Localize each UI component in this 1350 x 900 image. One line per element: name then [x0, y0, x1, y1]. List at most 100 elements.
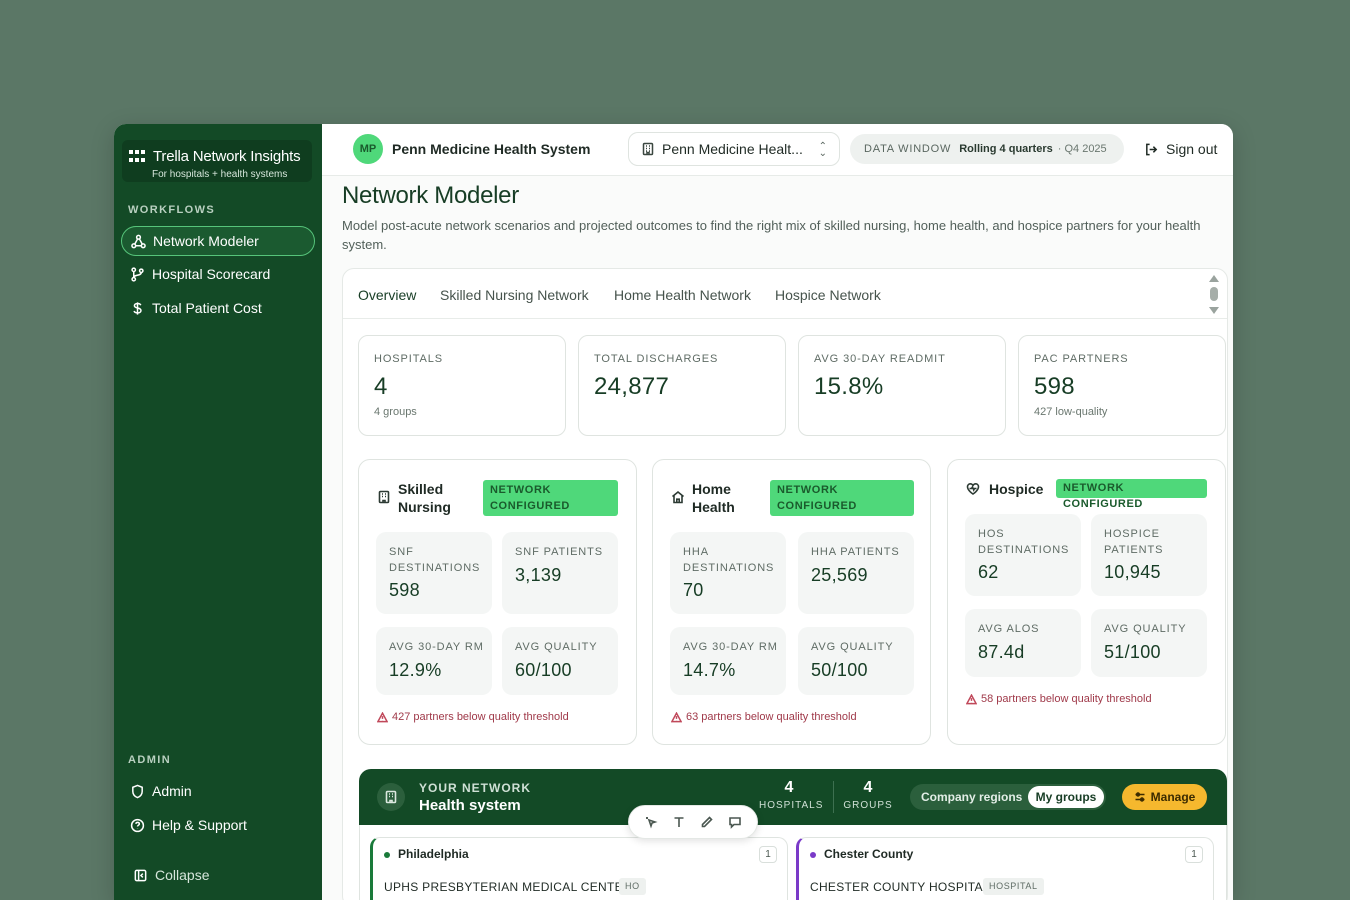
stat-value: 62 — [978, 562, 999, 582]
toggle-my-groups[interactable]: My groups — [1028, 786, 1104, 808]
kpi-card-total-discharges: TOTAL DISCHARGES 24,877 — [578, 335, 786, 436]
kpi-label: PAC PARTNERS — [1034, 353, 1129, 365]
quality-warning: 58 partners below quality threshold — [966, 693, 1152, 705]
your-network-section: YOUR NETWORK Health system 4 HOSPITALS 4… — [359, 769, 1227, 900]
sign-out-icon — [1146, 143, 1158, 155]
stat-value: 598 — [389, 580, 420, 600]
stat-hos-destinations: HOS DESTINATIONS 62 — [965, 514, 1081, 596]
hospitals-count: 4 HOSPITALS — [759, 779, 824, 811]
region-name: Chester County — [824, 847, 914, 861]
app-window: Trella Network Insights For hospitals + … — [114, 124, 1233, 900]
warning-text: 58 partners below quality threshold — [981, 693, 1152, 705]
region-card-chester-county[interactable]: Chester County 1 CHESTER COUNTY HOSPITAL… — [796, 837, 1214, 900]
data-window-pill[interactable]: DATA WINDOW Rolling 4 quarters · Q4 2025 — [850, 134, 1124, 164]
manage-label: Manage — [1150, 790, 1196, 804]
building-icon — [642, 142, 654, 156]
sidebar-item-total-patient-cost[interactable]: Total Patient Cost — [121, 293, 315, 323]
main-content: Network Modeler Model post-acute network… — [322, 176, 1233, 900]
warning-text: 63 partners below quality threshold — [686, 711, 857, 723]
kpi-value: 598 — [1034, 373, 1075, 400]
stat-label: AVG 30-DAY RM — [683, 641, 778, 653]
workflows-section-label: WORKFLOWS — [128, 204, 216, 216]
stat-value: 10,945 — [1104, 562, 1161, 582]
stat-value: 12.9% — [389, 660, 442, 680]
network-card-hospice[interactable]: Hospice NETWORK CONFIGURED HOS DESTINATI… — [947, 459, 1226, 745]
sidebar-item-label: Help & Support — [152, 817, 247, 833]
stat-snf-destinations: SNF DESTINATIONS 598 — [376, 532, 492, 614]
kpi-sub: 4 groups — [374, 406, 417, 418]
hospitals-count-label: HOSPITALS — [759, 800, 824, 811]
avatar[interactable]: MP — [353, 134, 383, 164]
top-header: MP Penn Medicine Health System Penn Medi… — [322, 124, 1233, 176]
tab-skilled-nursing-network[interactable]: Skilled Nursing Network — [440, 287, 589, 303]
kpi-value: 15.8% — [814, 373, 884, 400]
collapse-label: Collapse — [155, 867, 210, 883]
region-name: Philadelphia — [398, 847, 469, 861]
groups-count-label: GROUPS — [843, 800, 893, 811]
hospital-tag: HO — [619, 878, 646, 895]
sign-out-button[interactable]: Sign out — [1144, 141, 1217, 157]
divider — [833, 781, 834, 813]
stat-value: 87.4d — [978, 642, 1025, 662]
admin-section-label: ADMIN — [128, 754, 172, 766]
stat-hha-patients: HHA PATIENTS 25,569 — [798, 532, 914, 614]
toggle-company-regions[interactable]: Company regions — [921, 790, 1022, 804]
network-title: Skilled Nursing — [398, 481, 451, 515]
network-icon — [130, 233, 146, 249]
stat-label: HHA PATIENTS — [811, 546, 900, 558]
region-card-philadelphia[interactable]: Philadelphia 1 UPHS PRESBYTERIAN MEDICAL… — [370, 837, 788, 900]
comment-tool-icon[interactable] — [724, 811, 746, 833]
dollar-icon — [129, 300, 145, 316]
stat-value: 3,139 — [515, 565, 562, 585]
warning-text: 427 partners below quality threshold — [392, 711, 569, 723]
sidebar-item-admin[interactable]: Admin — [121, 776, 315, 806]
stat-label: AVG QUALITY — [1104, 623, 1187, 635]
hospital-tag: HOSPITAL — [983, 878, 1044, 895]
collapse-button[interactable]: Collapse — [124, 860, 318, 890]
organization-select[interactable]: Penn Medicine Healt... ⌃ ⌄ — [628, 132, 840, 166]
org-name: Penn Medicine Health System — [392, 141, 591, 157]
sidebar-item-help-support[interactable]: Help & Support — [121, 810, 315, 840]
network-card-skilled-nursing[interactable]: Skilled Nursing NETWORK CONFIGURED SNF D… — [358, 459, 637, 745]
your-network-body: Philadelphia 1 UPHS PRESBYTERIAN MEDICAL… — [359, 825, 1227, 900]
stat-label: SNF PATIENTS — [515, 546, 604, 558]
stat-hospice-patients: HOSPICE PATIENTS 10,945 — [1091, 514, 1207, 596]
sidebar-item-hospital-scorecard[interactable]: Hospital Scorecard — [121, 259, 315, 289]
stat-value: 14.7% — [683, 660, 736, 680]
tab-hospice-network[interactable]: Hospice Network — [775, 287, 881, 303]
groups-count: 4 GROUPS — [843, 779, 893, 811]
tab-overview[interactable]: Overview — [358, 287, 416, 303]
page-title: Network Modeler — [342, 182, 519, 209]
page-description: Model post-acute network scenarios and p… — [342, 218, 1201, 252]
stat-value: 25,569 — [811, 565, 868, 585]
pencil-tool-icon[interactable] — [696, 811, 718, 833]
brand-logo[interactable]: Trella Network Insights For hospitals + … — [122, 140, 312, 182]
scroll-up-arrow[interactable] — [1209, 275, 1219, 282]
building-icon — [377, 783, 405, 811]
sign-out-label: Sign out — [1166, 141, 1218, 157]
sliders-icon — [1135, 792, 1145, 802]
hospital-name: CHESTER COUNTY HOSPITAL — [810, 880, 990, 894]
kpi-label: HOSPITALS — [374, 353, 444, 365]
stat-avg-30-day-rm: AVG 30-DAY RM 14.7% — [670, 627, 786, 695]
tab-home-health-network[interactable]: Home Health Network — [614, 287, 751, 303]
sidebar-item-network-modeler[interactable]: Network Modeler — [121, 226, 315, 256]
scroll-down-arrow[interactable] — [1209, 307, 1219, 314]
stat-avg-quality: AVG QUALITY 50/100 — [798, 627, 914, 695]
shield-icon — [129, 783, 145, 799]
network-title: Hospice — [989, 481, 1044, 497]
warning-icon — [377, 711, 388, 722]
text-tool-icon[interactable] — [668, 811, 690, 833]
stat-label: AVG QUALITY — [811, 641, 894, 653]
stat-avg-30-day-rm: AVG 30-DAY RM 12.9% — [376, 627, 492, 695]
kpi-card-pac-partners: PAC PARTNERS 598 427 low-quality — [1018, 335, 1226, 436]
network-card-home-health[interactable]: Home Health NETWORK CONFIGURED HHA DESTI… — [652, 459, 931, 745]
scrollbar-thumb[interactable] — [1210, 287, 1218, 301]
sidebar-item-label: Hospital Scorecard — [152, 266, 271, 282]
kpi-card-avg-readmit: AVG 30-DAY READMIT 15.8% — [798, 335, 1006, 436]
sidebar-item-label: Network Modeler — [153, 233, 259, 249]
select-tool-icon[interactable] — [640, 811, 662, 833]
quality-warning: 427 partners below quality threshold — [377, 711, 569, 723]
manage-button[interactable]: Manage — [1122, 784, 1207, 810]
status-badge: NETWORK CONFIGURED — [770, 480, 914, 516]
